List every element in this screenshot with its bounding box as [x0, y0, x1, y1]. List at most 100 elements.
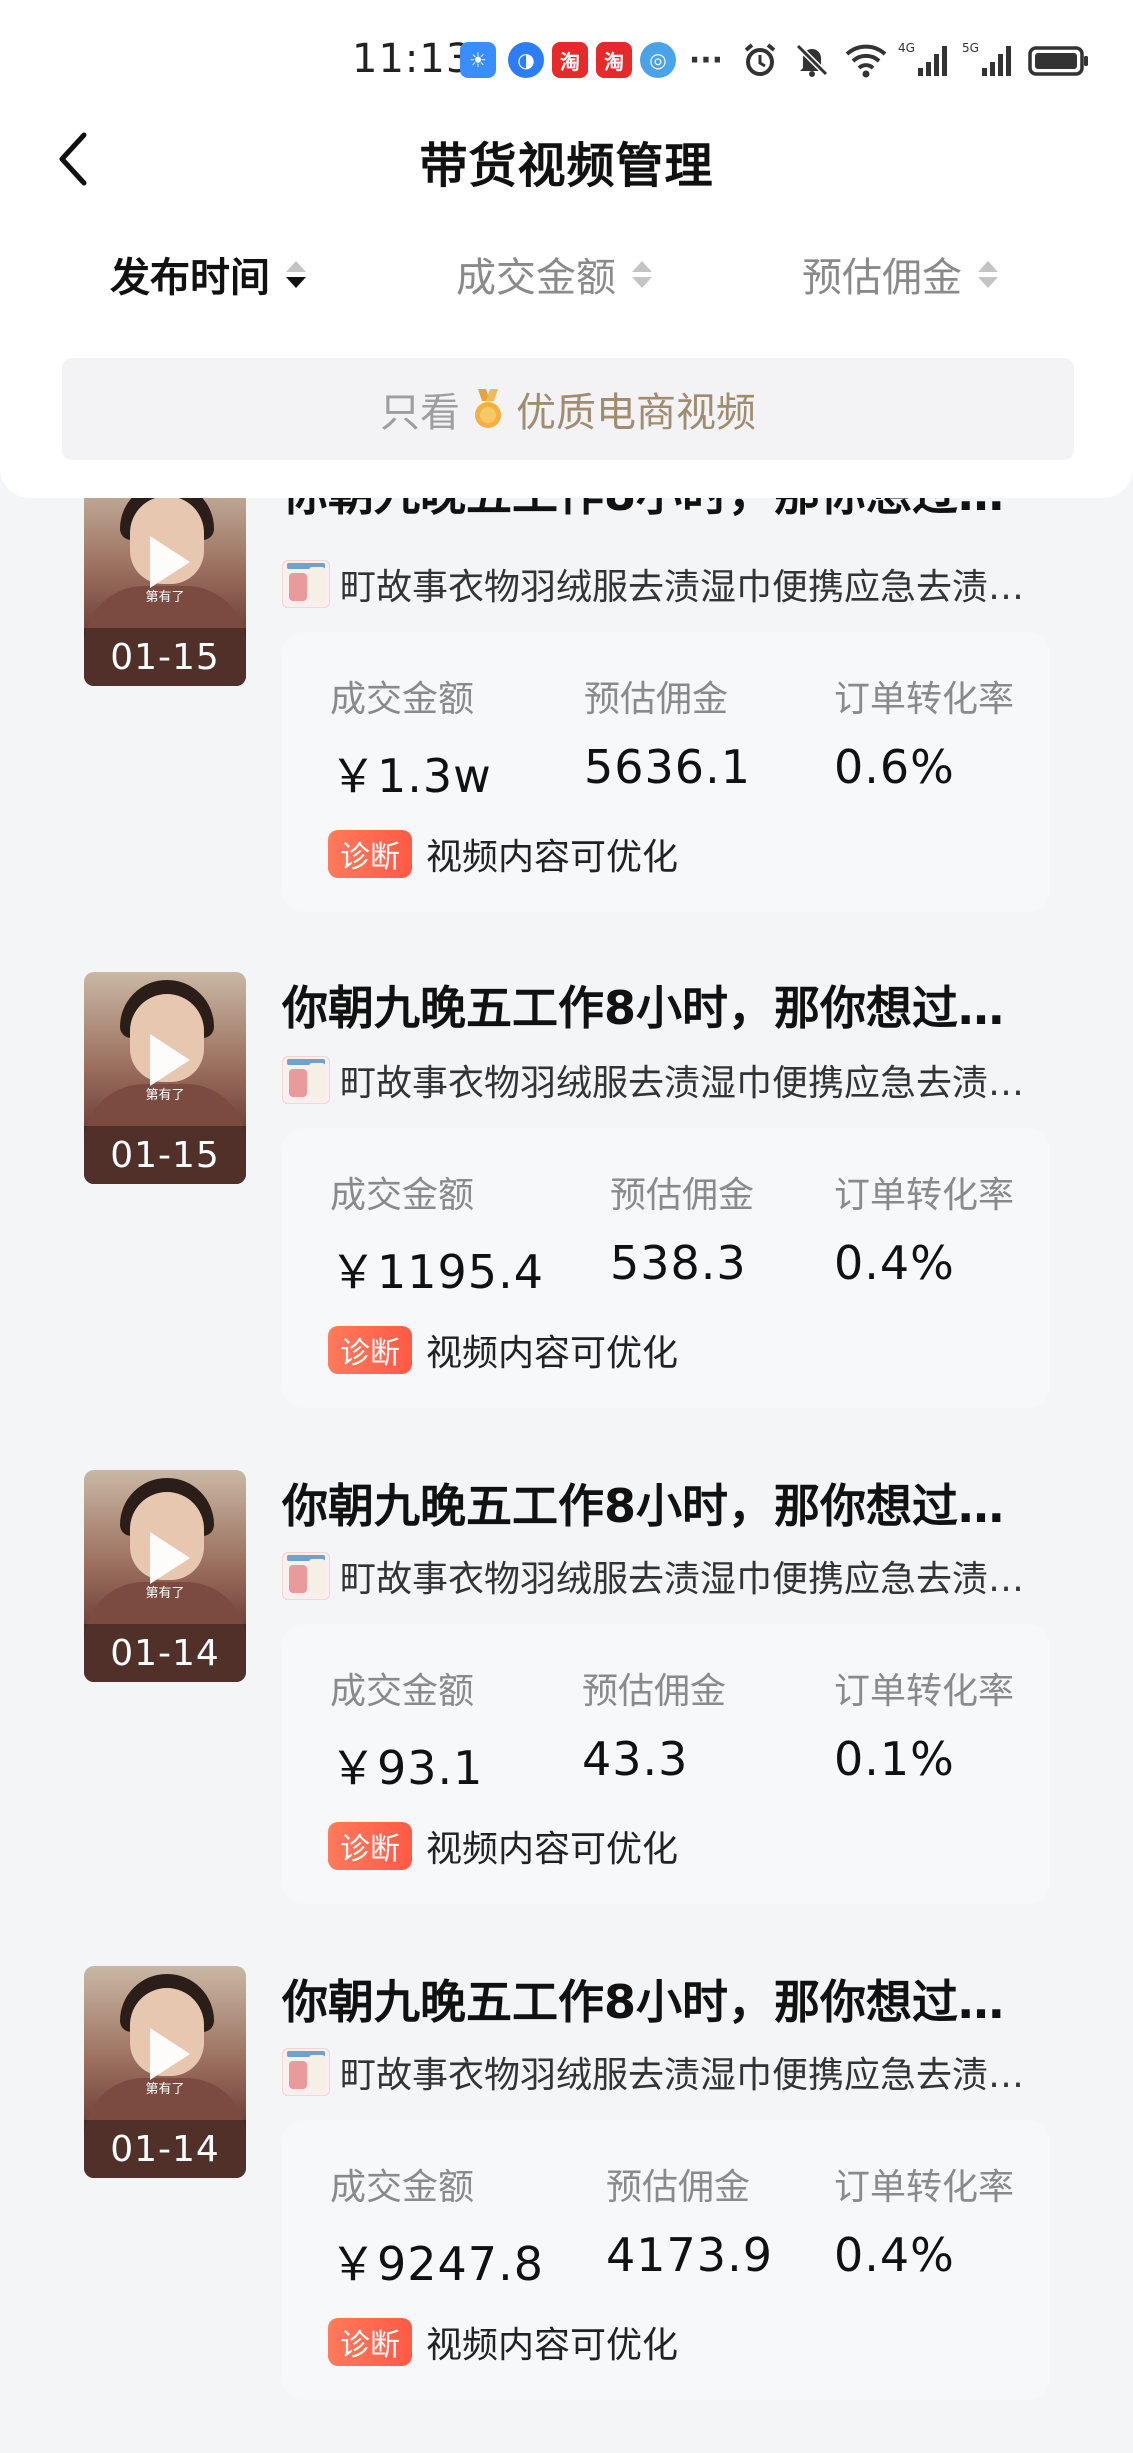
commission-label: 预估佣金: [606, 2167, 751, 2208]
gmv-label: 成交金额: [330, 679, 475, 720]
gmv-label: 成交金额: [330, 1671, 475, 1712]
product-thumbnail: [282, 1056, 330, 1104]
commission-label: 预估佣金: [584, 679, 729, 720]
gmv-value: ￥9247.8: [330, 2237, 544, 2291]
more-notifications-icon: ···: [688, 42, 724, 78]
video-thumbnail[interactable]: 第有了 01-15: [84, 474, 246, 686]
sort-arrows-icon: [978, 260, 998, 288]
browser-icon: ◑: [508, 42, 544, 78]
commission-value: 538.3: [610, 1236, 747, 1290]
product-row[interactable]: 町故事衣物羽绒服去渍湿巾便携应急去渍…: [282, 1054, 1042, 1106]
thumbnail-caption: 第有了: [145, 590, 185, 605]
sort-gmv[interactable]: 成交金额: [456, 246, 652, 302]
product-row[interactable]: 町故事衣物羽绒服去渍湿巾便携应急去渍…: [282, 2046, 1042, 2098]
product-thumbnail: [282, 2048, 330, 2096]
medal-icon: [475, 389, 501, 428]
video-date: 01-15: [84, 628, 246, 686]
thumbnail-caption: 第有了: [145, 1088, 185, 1103]
diagnosis-row[interactable]: 诊断 视频内容可优化: [328, 828, 678, 880]
stats-card[interactable]: 成交金额 ￥9247.8 预估佣金 4173.9 订单转化率 0.4% 诊断 视频内容可…: [282, 2120, 1050, 2400]
thumbnail-caption: 第有了: [145, 1586, 185, 1601]
mute-icon: [795, 43, 829, 77]
commission-value: 43.3: [582, 1732, 689, 1786]
video-date: 01-14: [84, 1624, 246, 1682]
thumbnail-caption: 第有了: [145, 2082, 185, 2097]
play-icon: [150, 536, 190, 588]
commission-value: 4173.9: [606, 2228, 773, 2282]
svg-text:5G: 5G: [962, 41, 979, 55]
sync-icon: ◎: [640, 42, 676, 78]
conversion-value: 0.1%: [834, 1732, 955, 1786]
stats-card[interactable]: 成交金额 ￥1195.4 预估佣金 538.3 订单转化率 0.4% 诊断 视频内容可优…: [282, 1128, 1050, 1408]
diagnosis-badge: 诊断: [328, 830, 412, 878]
product-name: 町故事衣物羽绒服去渍湿巾便携应急去渍…: [340, 2055, 1025, 2096]
conversion-value: 0.4%: [834, 1236, 955, 1290]
video-date: 01-15: [84, 1126, 246, 1184]
play-icon: [150, 1034, 190, 1086]
page-title: 带货视频管理: [419, 138, 714, 194]
filter-label: 优质电商视频: [516, 390, 756, 436]
diagnosis-text: 视频内容可优化: [426, 1829, 679, 1870]
play-icon: [150, 1532, 190, 1584]
commission-label: 预估佣金: [582, 1671, 727, 1712]
product-thumbnail: [282, 560, 330, 608]
signal-5g-icon: 5G: [962, 41, 1011, 76]
product-name: 町故事衣物羽绒服去渍湿巾便携应急去渍…: [340, 1559, 1025, 1600]
gmv-value: ￥1195.4: [330, 1245, 544, 1299]
taobao-icon: 淘: [552, 42, 588, 78]
commission-label: 预估佣金: [610, 1175, 755, 1216]
battery-icon: [1028, 46, 1088, 76]
taobao-icon: 淘: [596, 42, 632, 78]
video-title[interactable]: 你朝九晚五工作8小时，那你想过…: [282, 1470, 1042, 1536]
wifi-icon: [845, 44, 887, 78]
video-date: 01-14: [84, 2120, 246, 2178]
gmv-value: ￥1.3w: [330, 749, 492, 803]
video-thumbnail[interactable]: 第有了 01-14: [84, 1966, 246, 2178]
diagnosis-badge: 诊断: [328, 2318, 412, 2366]
diagnosis-text: 视频内容可优化: [426, 1333, 679, 1374]
header: 11:13 ☀ ◑ 淘 淘 ◎ ··· 4G 5G 带货视频管理 发布时间 成交…: [0, 0, 1133, 498]
signal-4g-icon: 4G: [898, 41, 947, 76]
diagnosis-row[interactable]: 诊断 视频内容可优化: [328, 1820, 678, 1872]
diagnosis-text: 视频内容可优化: [426, 837, 679, 878]
conversion-label: 订单转化率: [834, 2167, 1015, 2208]
sort-arrows-icon: [632, 260, 652, 288]
filter-prefix: 只看: [380, 390, 460, 436]
product-thumbnail: [282, 1552, 330, 1600]
commission-value: 5636.1: [584, 740, 751, 794]
product-name: 町故事衣物羽绒服去渍湿巾便携应急去渍…: [340, 1063, 1025, 1104]
video-thumbnail[interactable]: 第有了 01-15: [84, 972, 246, 1184]
diagnosis-row[interactable]: 诊断 视频内容可优化: [328, 2316, 678, 2368]
status-right-icons: 4G 5G: [740, 40, 1090, 80]
conversion-label: 订单转化率: [834, 679, 1015, 720]
product-row[interactable]: 町故事衣物羽绒服去渍湿巾便携应急去渍…: [282, 1550, 1042, 1602]
video-title[interactable]: 你朝九晚五工作8小时，那你想过…: [282, 972, 1042, 1038]
status-time: 11:13: [352, 36, 473, 82]
conversion-value: 0.6%: [834, 740, 955, 794]
stats-card[interactable]: 成交金额 ￥93.1 预估佣金 43.3 订单转化率 0.1% 诊断 视频内容可优化: [282, 1624, 1050, 1904]
status-bar: 11:13 ☀ ◑ 淘 淘 ◎ ··· 4G 5G: [0, 0, 1133, 128]
product-name: 町故事衣物羽绒服去渍湿巾便携应急去渍…: [340, 567, 1025, 608]
sort-commission[interactable]: 预估佣金: [802, 246, 998, 302]
diagnosis-badge: 诊断: [328, 1822, 412, 1870]
sort-arrows-icon: [286, 260, 306, 288]
quality-filter-toggle[interactable]: 只看 优质电商视频: [62, 358, 1074, 460]
diagnosis-row[interactable]: 诊断 视频内容可优化: [328, 1324, 678, 1376]
diagnosis-badge: 诊断: [328, 1326, 412, 1374]
svg-text:4G: 4G: [898, 41, 915, 55]
gmv-value: ￥93.1: [330, 1741, 484, 1795]
sort-publish-time[interactable]: 发布时间: [110, 246, 306, 302]
gmv-label: 成交金额: [330, 2167, 475, 2208]
conversion-value: 0.4%: [834, 2228, 955, 2282]
play-icon: [150, 2028, 190, 2080]
video-title[interactable]: 你朝九晚五工作8小时，那你想过…: [282, 1966, 1042, 2032]
diagnosis-text: 视频内容可优化: [426, 2325, 679, 2366]
weather-icon: ☀: [460, 42, 496, 78]
stats-card[interactable]: 成交金额 ￥1.3w 预估佣金 5636.1 订单转化率 0.6% 诊断 视频内容可优化: [282, 632, 1050, 912]
gmv-label: 成交金额: [330, 1175, 475, 1216]
video-thumbnail[interactable]: 第有了 01-14: [84, 1470, 246, 1682]
alarm-icon: [744, 43, 776, 76]
product-row[interactable]: 町故事衣物羽绒服去渍湿巾便携应急去渍…: [282, 558, 1042, 610]
sort-label: 发布时间: [110, 255, 270, 301]
conversion-label: 订单转化率: [834, 1175, 1015, 1216]
